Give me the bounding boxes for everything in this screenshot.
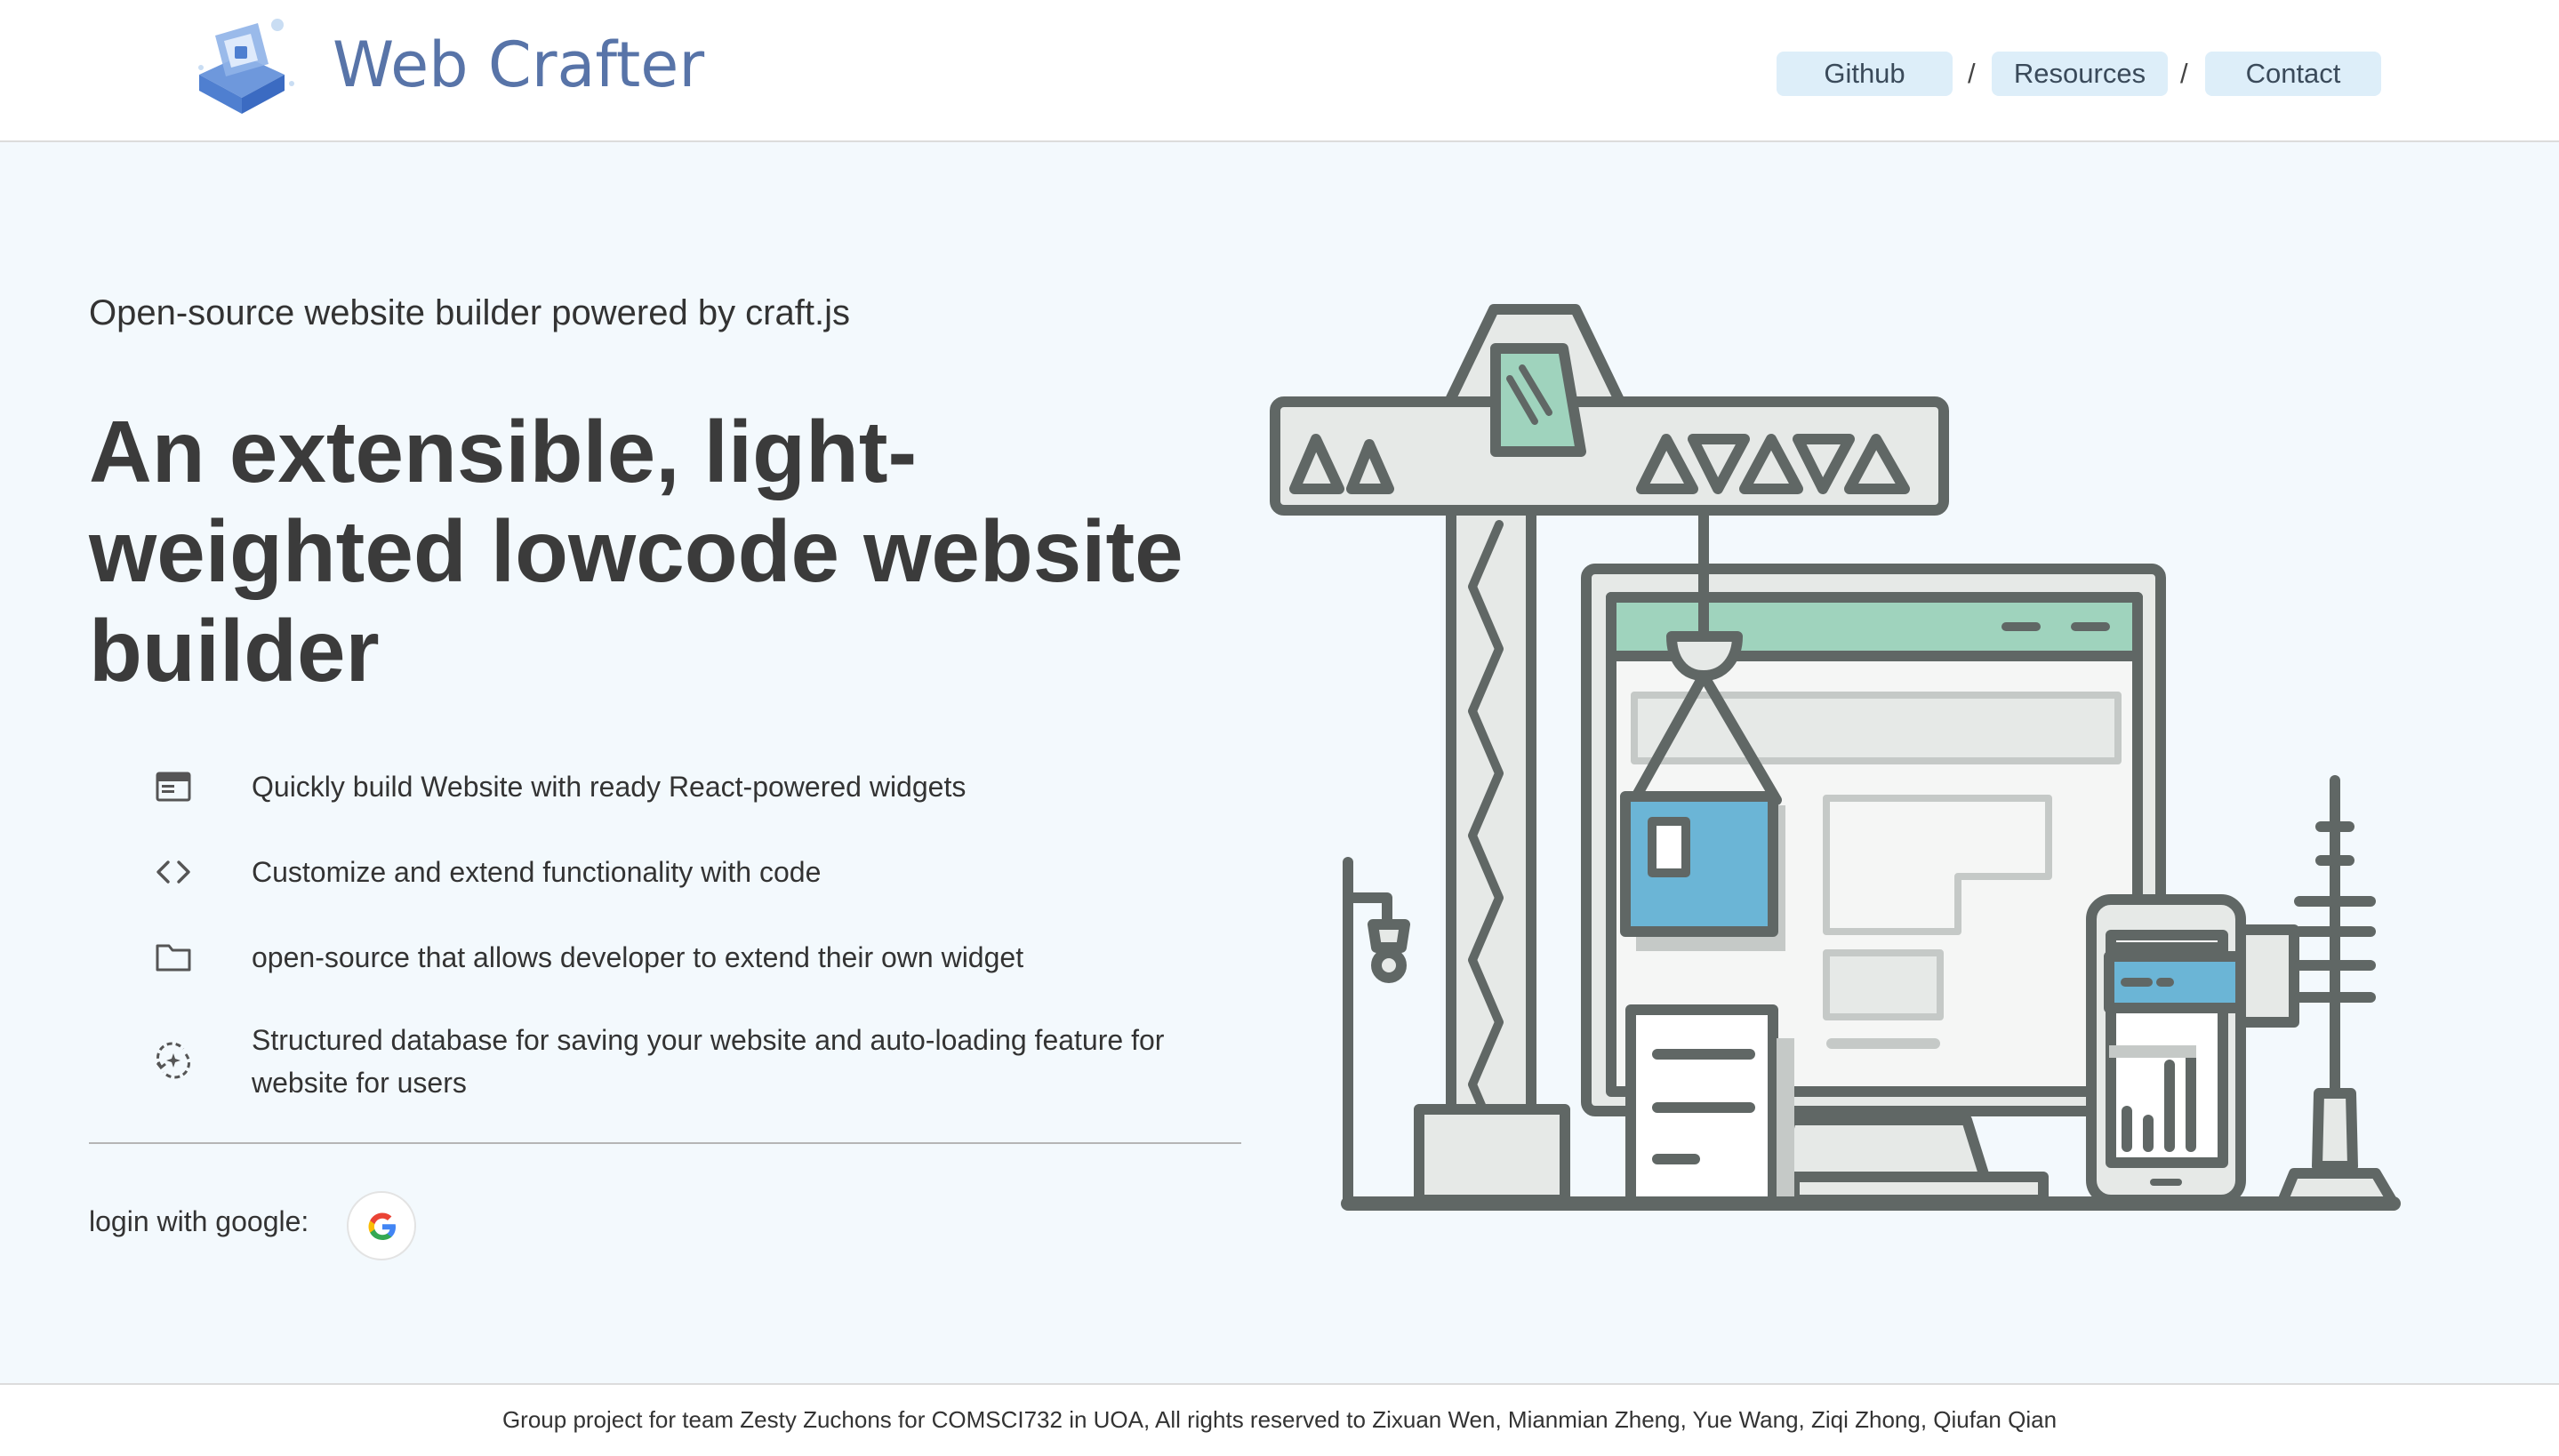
footer-text: Group project for team Zesty Zuchons for… [501, 1406, 2058, 1433]
feature-text: Structured database for saving your webs… [252, 1024, 1165, 1099]
header: Web Crafter Github / Resources / Contact [0, 0, 2559, 142]
feature-text: open-source that allows developer to ext… [252, 941, 1024, 973]
nav-separator: / [1968, 58, 1976, 89]
nav-resources-link[interactable]: Resources [1992, 52, 2168, 96]
sync-sparkle-icon [156, 1042, 190, 1079]
logo-icon[interactable] [189, 12, 301, 121]
brand-name[interactable]: Web Crafter [333, 25, 704, 105]
google-icon [368, 1212, 396, 1240]
hero-subtitle: Open-source website builder powered by c… [89, 293, 850, 332]
hero-headline: An extensible, light-weighted lowcode we… [89, 403, 1183, 700]
nav-separator: / [2180, 58, 2188, 89]
divider [89, 1142, 1241, 1144]
nav-github-link[interactable]: Github [1777, 52, 1953, 96]
feature-text: Quickly build Website with ready React-p… [252, 771, 967, 803]
feature-text: Customize and extend functionality with … [252, 856, 822, 888]
window-icon [156, 772, 191, 802]
folder-icon [156, 944, 191, 972]
construction-illustration [1270, 304, 2401, 1211]
nav-contact-link[interactable]: Contact [2205, 52, 2381, 96]
google-login-button[interactable] [347, 1191, 416, 1260]
login-label: login with google: [89, 1205, 309, 1237]
code-icon [156, 860, 190, 884]
footer: Group project for team Zesty Zuchons for… [0, 1383, 2559, 1456]
